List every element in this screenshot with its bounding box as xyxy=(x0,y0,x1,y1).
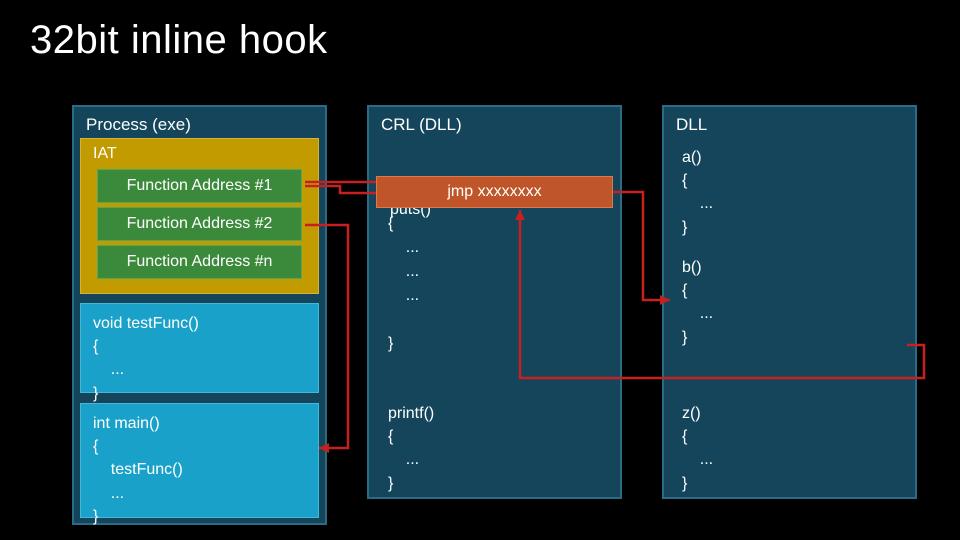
testfunc-code: void testFunc() { ... } xyxy=(80,303,319,393)
iat-box: IAT Function Address #1 Function Address… xyxy=(80,138,319,294)
iat-title: IAT xyxy=(81,139,318,165)
page-title: 32bit inline hook xyxy=(30,18,328,63)
process-panel-title: Process (exe) xyxy=(74,107,325,139)
diagram-stage: 32bit inline hook Process (exe) IAT Func… xyxy=(0,0,960,540)
crl-panel-title: CRL (DLL) xyxy=(369,107,620,139)
iat-function-n: Function Address #n xyxy=(97,245,302,279)
iat-function-2: Function Address #2 xyxy=(97,207,302,241)
jmp-box: jmp xxxxxxxx xyxy=(376,176,613,208)
dll-z-block: z() { ... } xyxy=(670,396,907,488)
printf-block: printf() { ... } xyxy=(376,396,613,488)
iat-function-1: Function Address #1 xyxy=(97,169,302,203)
main-code: int main() { testFunc() ... } xyxy=(80,403,319,518)
dll-b-block: b() { ... } xyxy=(670,250,907,348)
dll-a-block: a() { ... } xyxy=(670,140,907,238)
dll-panel-title: DLL xyxy=(664,107,915,139)
puts-body: { ... ... ... } xyxy=(388,212,419,356)
